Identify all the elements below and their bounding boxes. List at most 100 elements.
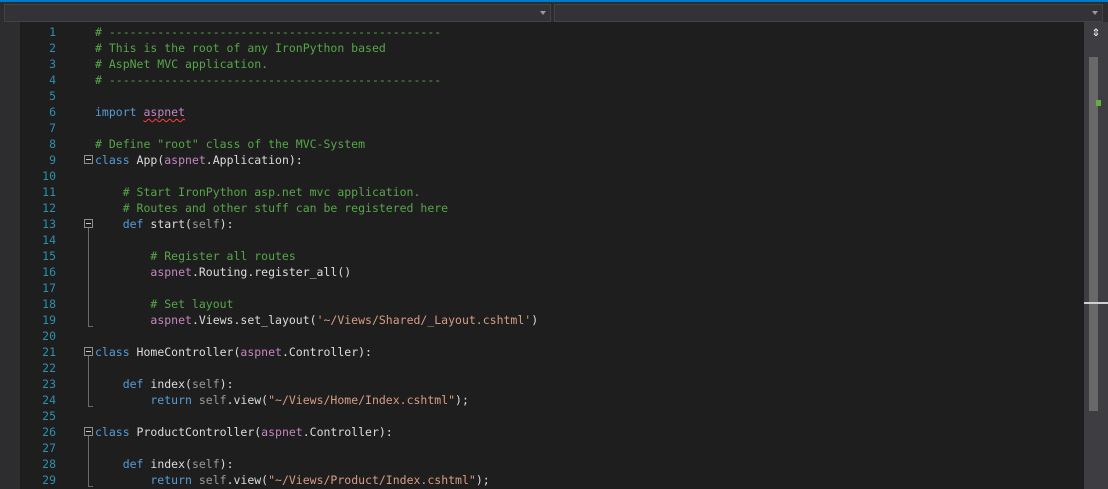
change-marker — [1096, 100, 1101, 106]
code-line[interactable]: 17 — [0, 280, 1084, 296]
line-number: 17 — [42, 281, 56, 295]
code-text[interactable]: # Register all routes — [95, 248, 296, 264]
code-line[interactable]: 11 # Start IronPython asp.net mvc applic… — [0, 184, 1084, 200]
code-line[interactable]: 22 — [0, 360, 1084, 376]
code-text[interactable]: class App(aspnet.Application): — [95, 152, 303, 168]
code-line[interactable]: 8 # Define "root" class of the MVC-System — [0, 136, 1084, 152]
code-text[interactable]: # AspNet MVC application. — [95, 56, 268, 72]
line-number: 15 — [42, 249, 56, 263]
code-token: aspnet — [164, 153, 206, 167]
line-number: 11 — [42, 185, 56, 199]
code-line[interactable]: 26 class ProductController(aspnet.Control… — [0, 424, 1084, 440]
code-line[interactable]: 13 def start(self): — [0, 216, 1084, 232]
collapse-toggle-icon[interactable] — [84, 155, 93, 164]
code-token: ); — [475, 473, 490, 487]
code-line[interactable]: 16 aspnet.Routing.register_all() — [0, 264, 1084, 280]
line-number: 9 — [49, 153, 56, 167]
collapse-toggle-icon[interactable] — [84, 427, 93, 436]
code-line[interactable]: 27 — [0, 440, 1084, 456]
code-editor[interactable]: 1 # -------------------------------------… — [0, 22, 1084, 489]
code-text[interactable]: aspnet.Routing.register_all() — [95, 264, 351, 280]
split-window-icon[interactable]: ⇕ — [1089, 25, 1103, 39]
member-scope-dropdown[interactable] — [554, 4, 1103, 22]
collapse-toggle-icon[interactable] — [84, 219, 93, 228]
code-text[interactable]: # Set layout — [95, 296, 233, 312]
code-text[interactable]: def index(self): — [95, 456, 234, 472]
line-number: 20 — [42, 329, 56, 343]
line-number: 13 — [42, 217, 56, 231]
code-token: return — [95, 393, 199, 407]
scrollbar-thumb[interactable] — [1089, 57, 1098, 411]
code-line[interactable]: 10 — [0, 168, 1084, 184]
code-line[interactable]: 19 aspnet.Views.set_layout('~/Views/Shar… — [0, 312, 1084, 328]
code-text[interactable]: return self.view("~/Views/Product/Index.… — [95, 472, 490, 488]
code-token: .view( — [226, 393, 269, 407]
code-line[interactable]: 18 # Set layout — [0, 296, 1084, 312]
code-token: def — [95, 217, 151, 231]
code-line[interactable]: 23 def index(self): — [0, 376, 1084, 392]
code-line[interactable]: 24 return self.view("~/Views/Home/Index.… — [0, 392, 1084, 408]
code-text[interactable]: # Define "root" class of the MVC-System — [95, 136, 365, 152]
code-line[interactable]: 5 — [0, 88, 1084, 104]
type-scope-dropdown[interactable] — [4, 4, 551, 22]
code-line[interactable]: 1 # -------------------------------------… — [0, 24, 1084, 40]
code-text[interactable]: # This is the root of any IronPython bas… — [95, 40, 386, 56]
line-number: 27 — [42, 441, 56, 455]
code-token: "~/Views/Product/Index.cshtml" — [268, 473, 476, 487]
code-text[interactable]: class HomeController(aspnet.Controller): — [95, 344, 372, 360]
code-text[interactable]: # Start IronPython asp.net mvc applicati… — [95, 184, 421, 200]
vertical-scrollbar[interactable]: ⇕ — [1084, 22, 1108, 489]
code-token: aspnet — [261, 425, 303, 439]
code-token: .Application): — [205, 153, 303, 167]
code-line[interactable]: 14 — [0, 232, 1084, 248]
fold-guide-line — [88, 228, 89, 326]
code-token: App( — [136, 153, 165, 167]
code-token: .Views.set_layout( — [191, 313, 317, 327]
code-token: .view( — [226, 473, 269, 487]
code-line[interactable]: 28 def index(self): — [0, 456, 1084, 472]
line-number: 23 — [42, 377, 56, 391]
code-line[interactable]: 15 # Register all routes — [0, 248, 1084, 264]
code-text[interactable]: def index(self): — [95, 376, 234, 392]
code-line[interactable]: 4 # -------------------------------------… — [0, 72, 1084, 88]
line-number: 26 — [42, 425, 56, 439]
code-token: .Controller): — [281, 345, 372, 359]
code-token: # This is the root of any IronPython bas… — [95, 41, 386, 55]
code-token: self — [198, 473, 227, 487]
code-text[interactable]: import aspnet — [95, 104, 185, 120]
code-token: '~/Views/Shared/_Layout.cshtml' — [316, 313, 532, 327]
code-text[interactable]: def start(self): — [95, 216, 234, 232]
code-token: aspnet — [143, 105, 186, 119]
line-number: 6 — [49, 105, 56, 119]
code-text[interactable]: # --------------------------------------… — [95, 24, 441, 40]
code-text[interactable]: # --------------------------------------… — [95, 72, 441, 88]
code-line[interactable]: 3 # AspNet MVC application. — [0, 56, 1084, 72]
code-token: # Register all routes — [95, 249, 296, 263]
chevron-down-icon — [540, 11, 546, 15]
code-line[interactable]: 7 — [0, 120, 1084, 136]
code-line[interactable]: 20 — [0, 328, 1084, 344]
code-token: # Define "root" class of the MVC-System — [95, 137, 366, 151]
code-line[interactable]: 21 class HomeController(aspnet.Controller… — [0, 344, 1084, 360]
code-line[interactable]: 2 # This is the root of any IronPython ba… — [0, 40, 1084, 56]
code-token: ): — [219, 217, 234, 231]
line-number: 3 — [49, 57, 56, 71]
code-token: # Start IronPython asp.net mvc applicati… — [95, 185, 421, 199]
code-token: import — [95, 105, 144, 119]
code-line[interactable]: 29 return self.view("~/Views/Product/Ind… — [0, 472, 1084, 488]
code-text[interactable]: aspnet.Views.set_layout('~/Views/Shared/… — [95, 312, 538, 328]
code-text[interactable]: # Routes and other stuff can be register… — [95, 200, 448, 216]
code-text[interactable]: class ProductController(aspnet.Controlle… — [95, 424, 393, 440]
code-line[interactable]: 6 import aspnet — [0, 104, 1084, 120]
code-token: # Set layout — [95, 297, 234, 311]
code-line[interactable]: 12 # Routes and other stuff can be regis… — [0, 200, 1084, 216]
code-line[interactable]: 9 class App(aspnet.Application): — [0, 152, 1084, 168]
line-number: 5 — [49, 89, 56, 103]
code-token: class — [95, 345, 137, 359]
code-text[interactable]: return self.view("~/Views/Home/Index.csh… — [95, 392, 469, 408]
line-number: 1 — [49, 25, 56, 39]
collapse-toggle-icon[interactable] — [84, 347, 93, 356]
code-line[interactable]: 25 — [0, 408, 1084, 424]
code-token: class — [95, 153, 137, 167]
